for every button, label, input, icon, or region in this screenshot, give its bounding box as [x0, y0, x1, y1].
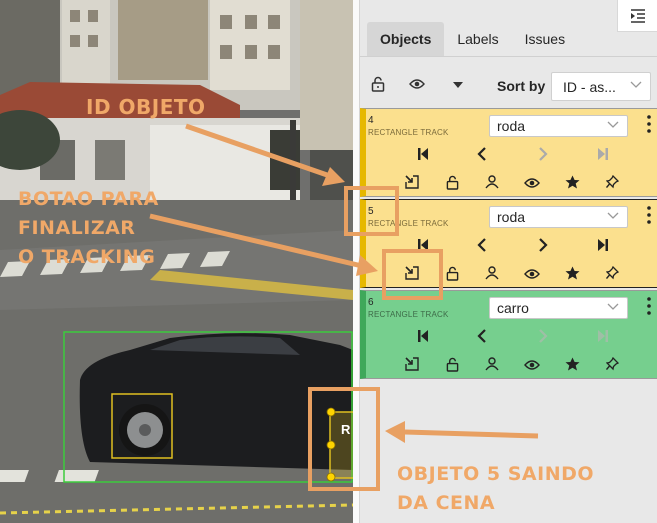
eye-icon[interactable]	[524, 268, 540, 280]
object-card-5[interactable]: 5 RECTANGLE TRACK roda	[360, 199, 657, 288]
objects-sidebar: Objects Labels Issues Sort by ID - as...…	[359, 0, 657, 523]
previous-frame-icon[interactable]	[477, 238, 487, 252]
sort-select[interactable]: ID - as...	[551, 72, 651, 101]
object-label-value: roda	[497, 209, 526, 225]
unlock-icon[interactable]	[446, 175, 459, 190]
pin-icon[interactable]	[606, 175, 619, 189]
annotation-botao-line3: O TRACKING	[18, 246, 156, 268]
object-label-select[interactable]: carro	[489, 297, 628, 319]
first-frame-icon[interactable]	[417, 329, 429, 343]
unlock-icon[interactable]	[446, 266, 459, 281]
object-id: 5	[368, 206, 374, 217]
object-label-select[interactable]: roda	[489, 206, 628, 228]
sort-select-value: ID - as...	[563, 79, 616, 95]
previous-frame-icon[interactable]	[477, 147, 487, 161]
pin-icon[interactable]	[606, 266, 619, 280]
next-frame-icon[interactable]	[538, 147, 548, 161]
object-type: RECTANGLE TRACK	[368, 128, 449, 137]
chevron-down-icon	[607, 212, 619, 219]
object-label-select[interactable]: roda	[489, 115, 628, 137]
last-frame-icon[interactable]	[597, 238, 609, 252]
object-label-value: roda	[497, 118, 526, 134]
object-actions	[366, 266, 657, 282]
sort-by-label: Sort by	[497, 78, 546, 94]
finish-tracking-icon[interactable]	[405, 357, 419, 371]
object-type: RECTANGLE TRACK	[368, 310, 449, 319]
finish-tracking-icon[interactable]	[405, 175, 419, 189]
annotation-botao-line1: BOTAO PARA	[18, 188, 159, 210]
annotation-saindo-line2: DA CENA	[397, 492, 496, 514]
object-actions	[366, 357, 657, 373]
last-frame-icon[interactable]	[597, 329, 609, 343]
unlock-icon[interactable]	[446, 357, 459, 372]
next-frame-icon[interactable]	[538, 329, 548, 343]
frame-navigation	[366, 238, 657, 256]
finish-tracking-icon[interactable]	[405, 266, 419, 280]
star-icon[interactable]	[565, 266, 580, 280]
last-frame-icon[interactable]	[597, 147, 609, 161]
bbox-object-5-label: R	[341, 422, 351, 437]
unlock-icon[interactable]	[371, 76, 385, 92]
caret-down-icon[interactable]	[452, 81, 464, 89]
chevron-down-icon	[607, 303, 619, 310]
person-icon[interactable]	[485, 175, 499, 189]
next-frame-icon[interactable]	[538, 238, 548, 252]
annotation-id-objeto: ID OBJETO	[86, 95, 206, 119]
object-id: 6	[368, 297, 374, 308]
chevron-down-icon	[607, 121, 619, 128]
frame-navigation	[366, 329, 657, 347]
previous-frame-icon[interactable]	[477, 329, 487, 343]
tab-objects[interactable]: Objects	[367, 22, 445, 56]
tab-labels[interactable]: Labels	[444, 22, 511, 56]
more-options-icon[interactable]	[647, 297, 651, 315]
object-card-6[interactable]: 6 RECTANGLE TRACK carro	[360, 290, 657, 379]
more-options-icon[interactable]	[647, 206, 651, 224]
object-type: RECTANGLE TRACK	[368, 219, 449, 228]
star-icon[interactable]	[565, 357, 580, 371]
person-icon[interactable]	[485, 357, 499, 371]
first-frame-icon[interactable]	[417, 147, 429, 161]
first-frame-icon[interactable]	[417, 238, 429, 252]
objects-toolbar: Sort by ID - as...	[360, 66, 657, 106]
eye-icon[interactable]	[409, 78, 425, 90]
object-label-value: carro	[497, 300, 529, 316]
object-actions	[366, 175, 657, 191]
annotation-saindo-line1: OBJETO 5 SAINDO	[397, 463, 595, 485]
pin-icon[interactable]	[606, 357, 619, 371]
eye-icon[interactable]	[524, 359, 540, 371]
object-card-4[interactable]: 4 RECTANGLE TRACK roda	[360, 108, 657, 197]
eye-icon[interactable]	[524, 177, 540, 189]
tab-issues[interactable]: Issues	[512, 22, 578, 56]
chevron-down-icon	[630, 81, 642, 88]
collapse-sidebar-icon[interactable]	[617, 0, 657, 32]
more-options-icon[interactable]	[647, 115, 651, 133]
object-id: 4	[368, 115, 374, 126]
annotation-botao-line2: FINALIZAR	[18, 217, 136, 239]
person-icon[interactable]	[485, 266, 499, 280]
sidebar-tabs: Objects Labels Issues	[367, 22, 578, 56]
star-icon[interactable]	[565, 175, 580, 189]
frame-navigation	[366, 147, 657, 165]
